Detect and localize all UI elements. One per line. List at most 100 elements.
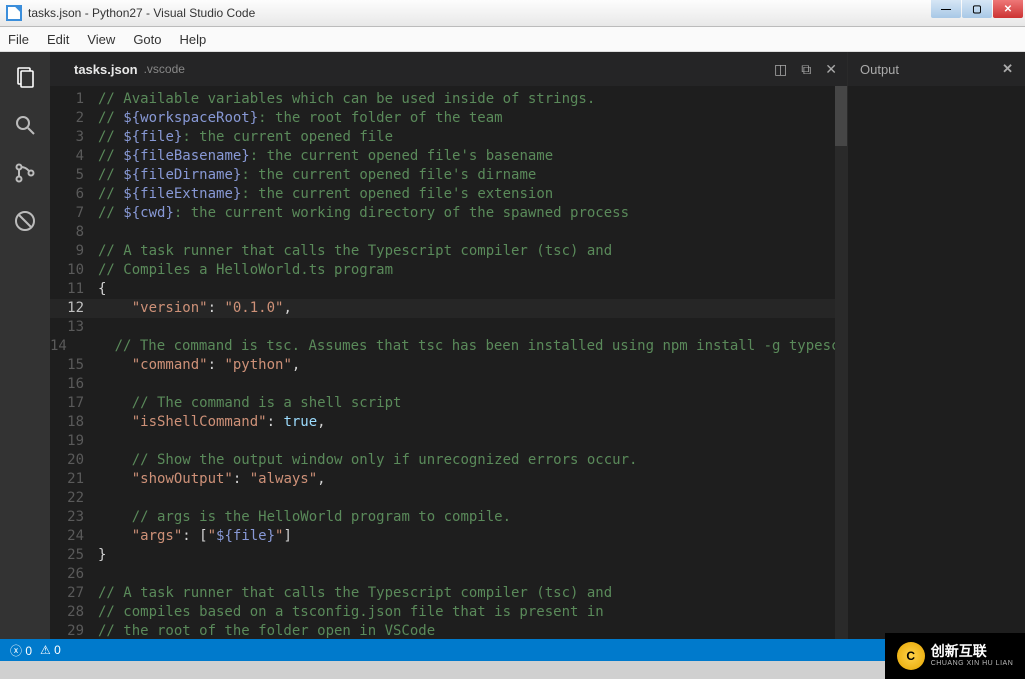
line-number: 5 xyxy=(50,166,98,185)
status-bar: ⓧ 0 ⚠ 0 Ln 12, Col 24 UT xyxy=(0,639,1025,661)
line-number: 29 xyxy=(50,622,98,639)
close-output-icon[interactable]: ✕ xyxy=(1002,61,1013,77)
line-number: 15 xyxy=(50,356,98,375)
code-content: { xyxy=(98,280,106,299)
line-number: 24 xyxy=(50,527,98,546)
line-number: 28 xyxy=(50,603,98,622)
maximize-button[interactable]: ▢ xyxy=(962,0,992,18)
code-line[interactable]: 29// the root of the folder open in VSCo… xyxy=(50,622,847,639)
code-content: "version": "0.1.0", xyxy=(98,299,292,318)
code-line[interactable]: 5// ${fileDirname}: the current opened f… xyxy=(50,166,847,185)
code-line[interactable]: 26 xyxy=(50,565,847,584)
code-line[interactable]: 12 "version": "0.1.0", xyxy=(50,299,847,318)
code-line[interactable]: 16 xyxy=(50,375,847,394)
titlebar[interactable]: tasks.json - Python27 - Visual Studio Co… xyxy=(0,0,1025,27)
more-icon[interactable]: ⧉ xyxy=(801,61,811,78)
warnings-badge[interactable]: ⚠ 0 xyxy=(40,643,61,657)
code-line[interactable]: 22 xyxy=(50,489,847,508)
line-number: 14 xyxy=(50,337,81,356)
errors-badge[interactable]: ⓧ 0 xyxy=(10,642,32,659)
watermark-text-small: CHUANG XIN HU LIAN xyxy=(931,660,1014,668)
code-line[interactable]: 11{ xyxy=(50,280,847,299)
line-number: 9 xyxy=(50,242,98,261)
editor-tabs: tasks.json .vscode ◫ ⧉ ✕ xyxy=(50,52,847,86)
code-line[interactable]: 6// ${fileExtname}: the current opened f… xyxy=(50,185,847,204)
code-content: // compiles based on a tsconfig.json fil… xyxy=(98,603,604,622)
code-content: // The command is tsc. Assumes that tsc … xyxy=(81,337,847,356)
close-tab-icon[interactable]: ✕ xyxy=(825,61,837,78)
code-content: // ${workspaceRoot}: the root folder of … xyxy=(98,109,503,128)
code-line[interactable]: 19 xyxy=(50,432,847,451)
split-editor-icon[interactable]: ◫ xyxy=(774,61,787,78)
activity-bar xyxy=(0,52,50,639)
source-control-icon[interactable] xyxy=(12,160,38,186)
code-line[interactable]: 10// Compiles a HelloWorld.ts program xyxy=(50,261,847,280)
code-line[interactable]: 17 // The command is a shell script xyxy=(50,394,847,413)
code-content: // A task runner that calls the Typescri… xyxy=(98,242,612,261)
code-content: // args is the HelloWorld program to com… xyxy=(98,508,511,527)
line-number: 7 xyxy=(50,204,98,223)
code-line[interactable]: 21 "showOutput": "always", xyxy=(50,470,847,489)
menu-file[interactable]: File xyxy=(8,32,29,47)
menu-edit[interactable]: Edit xyxy=(47,32,69,47)
code-content: "isShellCommand": true, xyxy=(98,413,326,432)
code-line[interactable]: 8 xyxy=(50,223,847,242)
line-number: 23 xyxy=(50,508,98,527)
code-line[interactable]: 2// ${workspaceRoot}: the root folder of… xyxy=(50,109,847,128)
tab-path: .vscode xyxy=(144,62,185,76)
line-number: 11 xyxy=(50,280,98,299)
line-number: 4 xyxy=(50,147,98,166)
tab-filename[interactable]: tasks.json xyxy=(74,62,138,77)
code-line[interactable]: 20 // Show the output window only if unr… xyxy=(50,451,847,470)
code-line[interactable]: 1// Available variables which can be use… xyxy=(50,90,847,109)
line-number: 1 xyxy=(50,90,98,109)
line-number: 22 xyxy=(50,489,98,508)
minimap[interactable] xyxy=(835,86,847,639)
minimize-button[interactable]: — xyxy=(931,0,961,18)
code-line[interactable]: 28// compiles based on a tsconfig.json f… xyxy=(50,603,847,622)
code-content: // Show the output window only if unreco… xyxy=(98,451,637,470)
menu-help[interactable]: Help xyxy=(180,32,207,47)
line-number: 12 xyxy=(50,299,98,318)
code-line[interactable]: 3// ${file}: the current opened file xyxy=(50,128,847,147)
code-line[interactable]: 7// ${cwd}: the current working director… xyxy=(50,204,847,223)
code-line[interactable]: 25} xyxy=(50,546,847,565)
explorer-icon[interactable] xyxy=(12,64,38,90)
code-line[interactable]: 18 "isShellCommand": true, xyxy=(50,413,847,432)
line-number: 26 xyxy=(50,565,98,584)
code-line[interactable]: 24 "args": ["${file}"] xyxy=(50,527,847,546)
menu-goto[interactable]: Goto xyxy=(133,32,161,47)
code-line[interactable]: 14 // The command is tsc. Assumes that t… xyxy=(50,337,847,356)
code-content: // the root of the folder open in VSCode xyxy=(98,622,435,639)
code-line[interactable]: 27// A task runner that calls the Typesc… xyxy=(50,584,847,603)
line-number: 2 xyxy=(50,109,98,128)
output-panel: Output ✕ xyxy=(847,52,1025,639)
watermark-text-big: 创新互联 xyxy=(931,644,1014,659)
code-line[interactable]: 4// ${fileBasename}: the current opened … xyxy=(50,147,847,166)
watermark-icon: C xyxy=(897,642,925,670)
code-content: // ${fileBasename}: the current opened f… xyxy=(98,147,553,166)
menu-view[interactable]: View xyxy=(87,32,115,47)
code-line[interactable]: 13 xyxy=(50,318,847,337)
line-number: 25 xyxy=(50,546,98,565)
line-number: 17 xyxy=(50,394,98,413)
watermark-logo: C 创新互联 CHUANG XIN HU LIAN xyxy=(885,633,1025,679)
debug-icon[interactable] xyxy=(12,208,38,234)
window-title: tasks.json - Python27 - Visual Studio Co… xyxy=(28,6,255,20)
code-content: "args": ["${file}"] xyxy=(98,527,292,546)
code-editor[interactable]: 1// Available variables which can be use… xyxy=(50,86,847,639)
code-content: // Compiles a HelloWorld.ts program xyxy=(98,261,393,280)
code-content: } xyxy=(98,546,106,565)
line-number: 16 xyxy=(50,375,98,394)
code-line[interactable]: 9// A task runner that calls the Typescr… xyxy=(50,242,847,261)
line-number: 8 xyxy=(50,223,98,242)
close-button[interactable]: ✕ xyxy=(993,0,1023,18)
code-content: // A task runner that calls the Typescri… xyxy=(98,584,612,603)
code-line[interactable]: 23 // args is the HelloWorld program to … xyxy=(50,508,847,527)
line-number: 6 xyxy=(50,185,98,204)
line-number: 20 xyxy=(50,451,98,470)
output-title: Output xyxy=(860,62,899,77)
code-line[interactable]: 15 "command": "python", xyxy=(50,356,847,375)
code-content: "command": "python", xyxy=(98,356,300,375)
search-icon[interactable] xyxy=(12,112,38,138)
